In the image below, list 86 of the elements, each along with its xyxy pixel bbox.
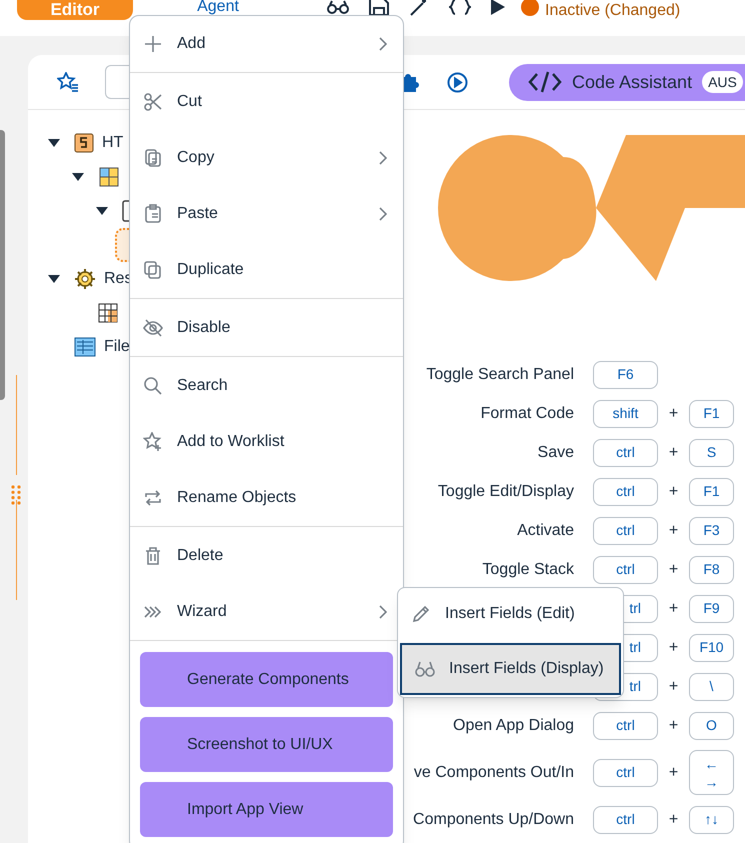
- glasses-icon[interactable]: [327, 0, 349, 14]
- save-icon[interactable]: [369, 0, 389, 16]
- code-assistant-button[interactable]: Code Assistant AUS: [509, 64, 745, 100]
- swap-arrows-icon: [143, 488, 163, 508]
- key-cap: ctrl: [593, 438, 658, 466]
- copy-icon: [143, 148, 163, 168]
- plus-sign: +: [668, 560, 680, 580]
- plus-sign: +: [668, 676, 680, 696]
- collapse-arrow-icon[interactable]: [72, 173, 84, 181]
- shortcut-label: Save: [536, 442, 574, 462]
- magic-wand-icon[interactable]: [409, 0, 429, 16]
- tree-item-label[interactable]: File: [104, 335, 130, 359]
- key-cap: F9: [689, 594, 734, 622]
- clipboard-icon: [143, 204, 163, 224]
- pencil-icon: [410, 604, 432, 624]
- collapse-arrow-icon[interactable]: [48, 275, 60, 283]
- key-cap: ctrl: [593, 556, 658, 584]
- status-text: Inactive (Changed): [545, 3, 680, 19]
- shortcut-label: Open App Dialog: [452, 716, 574, 736]
- menu-item[interactable]: Disable: [130, 300, 403, 356]
- plus-sign: +: [668, 638, 680, 658]
- search-icon: [143, 376, 163, 396]
- language-badge: AUS: [702, 71, 743, 93]
- duplicate-icon: [143, 260, 163, 280]
- menu-item[interactable]: Add: [130, 16, 403, 72]
- menu-item[interactable]: Rename Objects: [130, 470, 403, 526]
- play-circle-icon[interactable]: [447, 72, 468, 92]
- key-cap: \: [689, 672, 734, 700]
- shortcut-label: Toggle Edit/Display: [436, 482, 574, 502]
- key-cap: ← →: [689, 750, 734, 795]
- plus-sign: +: [668, 520, 680, 540]
- menu-item[interactable]: Add to Worklist: [130, 414, 403, 470]
- shortcut-label: ve Components Out/In: [412, 762, 574, 782]
- key-cap: ↑↓: [689, 806, 734, 834]
- tab[interactable]: Agent: [143, 0, 293, 14]
- key-cap: F1: [689, 400, 734, 428]
- scroll-thumb[interactable]: [0, 130, 5, 400]
- menu-action-button[interactable]: Generate Components: [140, 652, 393, 707]
- key-cap: F1: [689, 478, 734, 506]
- key-cap: F3: [689, 516, 734, 544]
- menu-action-button[interactable]: Import App View: [140, 782, 393, 837]
- shortcut-label: Format Code: [480, 404, 574, 424]
- key-cap: shift: [593, 400, 658, 428]
- collapse-arrow-icon[interactable]: [48, 139, 60, 147]
- key-cap: F10: [689, 634, 734, 662]
- shortcut-label: Activate: [516, 520, 574, 540]
- key-cap: ctrl: [593, 758, 658, 786]
- menu-item[interactable]: Copy: [130, 130, 403, 186]
- tree-item-label[interactable]: HT: [102, 131, 124, 155]
- plus-sign: +: [668, 810, 680, 830]
- drag-handle-icon[interactable]: [11, 485, 21, 505]
- shortcut-label: Toggle Search Panel: [425, 364, 574, 384]
- submenu-item[interactable]: Insert Fields (Display): [400, 643, 621, 695]
- plus-sign: +: [668, 442, 680, 462]
- menu-item[interactable]: Delete: [130, 528, 403, 584]
- scissors-icon: [143, 92, 163, 112]
- eye-slash-icon: [143, 318, 163, 338]
- star-plus-icon: [143, 432, 163, 452]
- glasses-icon: [414, 659, 436, 679]
- key-cap: F6: [593, 360, 658, 388]
- plus-icon: [143, 34, 163, 54]
- plus-sign: +: [668, 404, 680, 424]
- collapse-arrow-icon[interactable]: [96, 207, 108, 215]
- trash-icon: [143, 546, 163, 566]
- key-cap: F8: [689, 556, 734, 584]
- shortcut-label: Components Up/Down: [412, 810, 574, 830]
- plus-sign: +: [668, 762, 680, 782]
- braces-icon[interactable]: [449, 0, 471, 15]
- star-list-icon[interactable]: [57, 72, 79, 92]
- menu-item[interactable]: Paste: [130, 186, 403, 242]
- menu-item[interactable]: Search: [130, 358, 403, 414]
- menu-action-button[interactable]: Screenshot to UI/UX: [140, 717, 393, 772]
- code-icon: [528, 71, 562, 93]
- menu-item[interactable]: Duplicate: [130, 242, 403, 298]
- key-cap: ctrl: [593, 712, 658, 740]
- key-cap: ctrl: [593, 516, 658, 544]
- plus-sign: +: [668, 716, 680, 736]
- key-cap: ctrl: [593, 478, 658, 506]
- key-cap: ctrl: [593, 806, 658, 834]
- key-cap: S: [689, 438, 734, 466]
- shortcut-label: Toggle Stack: [481, 560, 574, 580]
- key-cap: O: [689, 712, 734, 740]
- plus-sign: +: [668, 598, 680, 618]
- plus-sign: +: [668, 482, 680, 502]
- play-icon[interactable]: [491, 0, 505, 15]
- menu-item[interactable]: Cut: [130, 74, 403, 130]
